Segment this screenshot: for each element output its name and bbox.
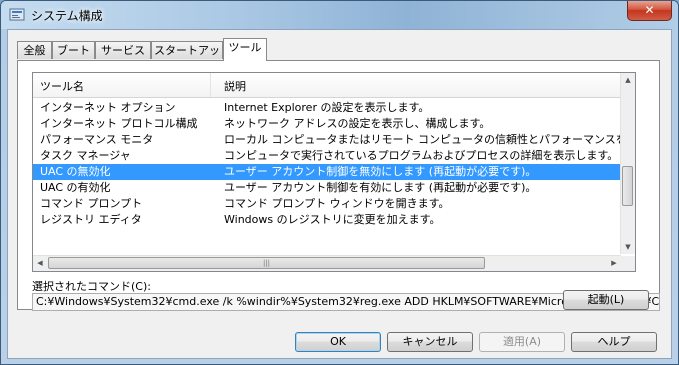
- tool-name: レジストリ エディタ: [40, 213, 142, 226]
- tab-tools[interactable]: ツール: [223, 38, 267, 61]
- help-button[interactable]: ヘルプ: [571, 332, 657, 352]
- tool-name: タスク マネージャ: [40, 149, 131, 162]
- tool-name: UAC の有効化: [40, 181, 111, 194]
- list-item[interactable]: パフォーマンス モニタ ローカル コンピュータまたはリモート コンピュータの信頼…: [33, 132, 635, 148]
- scroll-right-icon[interactable]: ▶: [607, 256, 621, 271]
- vertical-scroll-thumb[interactable]: [622, 166, 633, 206]
- horizontal-scrollbar[interactable]: ◀ ||| ▶: [33, 255, 621, 271]
- tool-description: ローカル コンピュータまたはリモート コンピュータの信頼性とパフォーマンスを監視…: [224, 133, 635, 146]
- list-item[interactable]: コマンド プロンプト コマンド プロンプト ウィンドウを開きます。: [33, 196, 623, 212]
- column-header-tool-name[interactable]: ツール名: [40, 78, 84, 94]
- tool-name: インターネット プロトコル構成: [40, 117, 198, 130]
- tool-description: コマンド プロンプト ウィンドウを開きます。: [224, 197, 450, 210]
- horizontal-scroll-thumb[interactable]: |||: [48, 257, 485, 269]
- app-icon: [9, 8, 25, 21]
- apply-button: 適用(A): [479, 332, 565, 352]
- tab-general[interactable]: 全般: [17, 41, 52, 59]
- tool-description: ユーザー アカウント制御を有効にします (再起動が必要です)。: [224, 181, 537, 194]
- title-bar[interactable]: システム構成 ✕: [1, 1, 678, 29]
- scroll-up-icon[interactable]: ▲: [621, 73, 635, 87]
- column-header-description[interactable]: 説明: [224, 78, 246, 94]
- list-item-selected[interactable]: UAC の無効化 ユーザー アカウント制御を無効にします (再起動が必要です)。: [33, 164, 623, 180]
- tool-name: コマンド プロンプト: [40, 197, 143, 210]
- tool-description: Internet Explorer の設定を表示します。: [224, 101, 430, 114]
- tool-description: コンピュータで実行されているプログラムおよびプロセスの詳細を表示します。: [224, 149, 619, 162]
- list-item[interactable]: レジストリ エディタ Windows のレジストリに変更を加えます。: [33, 212, 623, 228]
- tab-boot[interactable]: ブート: [52, 41, 95, 59]
- list-item[interactable]: インターネット オプション Internet Explorer の設定を表示しま…: [33, 100, 623, 116]
- list-item[interactable]: インターネット プロトコル構成 ネットワーク アドレスの設定を表示し、構成します…: [33, 116, 623, 132]
- vertical-scrollbar[interactable]: ▲ ▼: [620, 73, 635, 254]
- close-button[interactable]: ✕: [627, 1, 672, 21]
- close-icon: ✕: [644, 3, 655, 17]
- window-title: システム構成: [31, 9, 103, 23]
- list-item[interactable]: タスク マネージャ コンピュータで実行されているプログラムおよびプロセスの詳細を…: [33, 148, 623, 164]
- tab-startup[interactable]: スタートアップ: [151, 41, 223, 74]
- dialog-body: 全般 ブート サービス スタートアップ ツール ツール名 説明 インターネット …: [7, 29, 672, 359]
- scroll-left-icon[interactable]: ◀: [33, 256, 47, 271]
- tab-services[interactable]: サービス: [95, 41, 151, 59]
- tool-list[interactable]: ツール名 説明 インターネット オプション Internet Explorer …: [32, 72, 636, 272]
- list-header: ツール名 説明: [33, 73, 623, 98]
- tool-description: Windows のレジストリに変更を加えます。: [224, 213, 441, 226]
- column-divider[interactable]: [210, 73, 211, 97]
- scroll-down-icon[interactable]: ▼: [621, 240, 635, 254]
- tools-panel: ツール名 説明 インターネット オプション Internet Explorer …: [17, 60, 660, 311]
- tool-name: パフォーマンス モニタ: [40, 133, 154, 146]
- launch-button[interactable]: 起動(L): [563, 290, 649, 310]
- tool-name: UAC の無効化: [40, 165, 111, 178]
- tool-name: インターネット オプション: [40, 101, 176, 114]
- tool-description: ネットワーク アドレスの設定を表示し、構成します。: [224, 117, 491, 130]
- selected-command-label: 選択されたコマンド(C):: [32, 280, 151, 293]
- scroll-corner: [621, 256, 635, 271]
- tool-description: ユーザー アカウント制御を無効にします (再起動が必要です)。: [224, 165, 537, 178]
- ok-button[interactable]: OK: [295, 332, 381, 352]
- list-item[interactable]: UAC の有効化 ユーザー アカウント制御を有効にします (再起動が必要です)。: [33, 180, 623, 196]
- cancel-button[interactable]: キャンセル: [387, 332, 473, 352]
- system-configuration-window: システム構成 ✕ 全般 ブート サービス スタートアップ ツール ツール名 説明…: [0, 0, 679, 365]
